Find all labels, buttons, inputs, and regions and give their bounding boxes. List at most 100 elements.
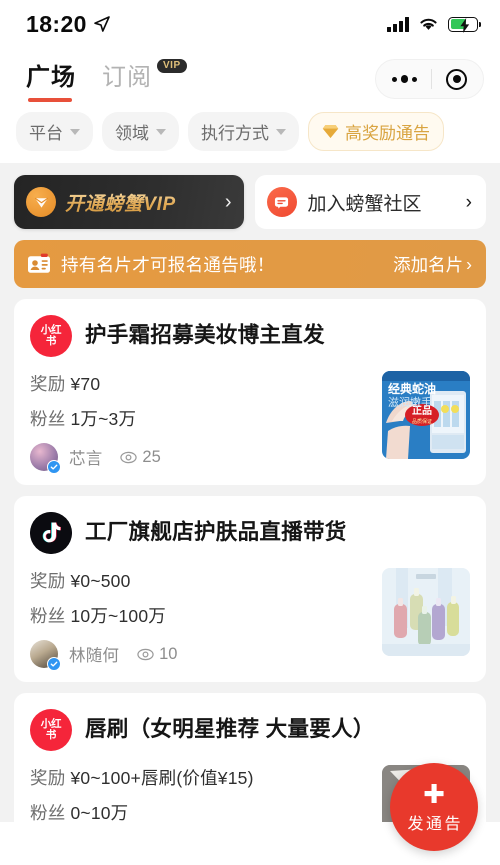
location-arrow-icon: [94, 16, 110, 32]
filter-high-reward-label: 高奖励通告: [345, 124, 430, 143]
wifi-icon: [420, 18, 437, 30]
filter-high-reward[interactable]: 高奖励通告: [308, 112, 444, 151]
capsule-divider: [431, 69, 432, 89]
verified-badge-icon: [47, 460, 61, 474]
tab-subscribe-label: 订阅: [102, 63, 152, 91]
diamond-badge-icon: [26, 187, 56, 217]
content-scroll-area[interactable]: 开通螃蟹VIP › 加入螃蟹社区 › 持有名片才可报名通告哦！ 添加名片 › 小…: [0, 163, 500, 822]
chevron-down-icon: [70, 128, 80, 135]
miniprogram-capsule[interactable]: [374, 59, 484, 99]
reward-value: ¥0~100+唇刷(价值¥15): [70, 768, 254, 788]
xiaohongshu-logo-icon: 小红书: [30, 709, 72, 751]
add-namecard-label: 添加名片: [393, 254, 464, 275]
reward-label: 奖励: [30, 571, 66, 591]
avatar[interactable]: [30, 640, 61, 671]
status-time: 18:20: [26, 10, 87, 37]
task-title: 工厂旗舰店护肤品直播带货: [85, 520, 347, 545]
task-card-header: 小红书 唇刷（女明星推荐 大量要人）: [30, 709, 470, 751]
target-circle-icon[interactable]: [446, 68, 467, 90]
views-count: 25: [120, 447, 161, 467]
plus-icon: ✚: [423, 778, 445, 809]
task-thumbnail[interactable]: 正品 品质保证 经典蛇油 滋润嫩手: [382, 371, 470, 459]
fans-value: 10万~100万: [70, 606, 166, 626]
diamond-icon: [322, 125, 339, 138]
reward-line: 奖励 ¥70: [30, 371, 370, 396]
xiaohongshu-logo-label: 小红书: [40, 717, 62, 741]
task-card-body: 奖励 ¥70 粉丝 1万~3万 芯言 25 正品 品质保证 经典蛇油 滋润嫩手: [30, 371, 470, 474]
fans-line: 粉丝 0~10万: [30, 800, 370, 822]
task-card[interactable]: 工厂旗舰店护肤品直播带货 奖励 ¥0~500 粉丝 10万~100万 林随何 1…: [14, 496, 486, 682]
status-bar-right: [387, 16, 482, 33]
tab-bar: 广场 订阅 VIP: [26, 57, 187, 102]
author-name[interactable]: 芯言: [69, 445, 102, 469]
filter-execution-mode-label: 执行方式: [201, 124, 269, 143]
task-meta: 奖励 ¥0~100+唇刷(价值¥15) 粉丝 0~10万: [30, 765, 370, 822]
verified-badge-icon: [47, 657, 61, 671]
app-screen: 18:20 广场 订阅 VIP 平台 领域 执行方式 高奖励通告 开通螃蟹VIP…: [0, 0, 500, 865]
namecard-notice-banner[interactable]: 持有名片才可报名通告哦！ 添加名片 ›: [14, 240, 486, 288]
task-card[interactable]: 小红书 护手霜招募美妆博主直发 奖励 ¥70 粉丝 1万~3万 芯言 25 正品…: [14, 299, 486, 485]
task-card-body: 奖励 ¥0~500 粉丝 10万~100万 林随何 10: [30, 568, 470, 671]
tab-subscribe-wrap[interactable]: 订阅 VIP: [102, 57, 187, 102]
status-bar-left: 18:20: [26, 11, 110, 38]
author-name[interactable]: 林随何: [69, 642, 119, 666]
reward-line: 奖励 ¥0~100+唇刷(价值¥15): [30, 765, 370, 790]
fans-line: 粉丝 1万~3万: [30, 406, 370, 431]
join-community-banner[interactable]: 加入螃蟹社区 ›: [254, 175, 486, 229]
cellular-signal-icon: [387, 16, 409, 32]
avatar[interactable]: [30, 443, 61, 474]
reward-label: 奖励: [30, 374, 66, 394]
filter-domain[interactable]: 领域: [102, 112, 179, 151]
create-announcement-label: 发通告: [407, 815, 463, 833]
vip-upgrade-banner[interactable]: 开通螃蟹VIP ›: [14, 175, 244, 229]
filter-platform-label: 平台: [29, 124, 63, 143]
fans-label: 粉丝: [30, 803, 66, 822]
chevron-right-icon: ›: [465, 191, 472, 213]
fans-label: 粉丝: [30, 409, 66, 429]
eye-icon: [120, 451, 138, 463]
more-dots-icon[interactable]: [391, 75, 417, 83]
views-count: 10: [137, 645, 177, 664]
views-value: 25: [142, 447, 161, 466]
tab-plaza-label: 广场: [26, 63, 76, 91]
task-meta: 奖励 ¥70 粉丝 1万~3万 芯言 25: [30, 371, 370, 474]
chat-bubble-icon: [266, 187, 297, 217]
fans-value: 1万~3万: [70, 409, 137, 429]
task-card-header: 小红书 护手霜招募美妆博主直发: [30, 315, 470, 357]
id-card-icon: [28, 253, 50, 273]
tab-plaza[interactable]: 广场: [26, 57, 76, 102]
charging-bolt-icon: [460, 17, 470, 33]
fans-label: 粉丝: [30, 606, 66, 626]
task-card-footer: 林随何 10: [30, 640, 370, 671]
fans-value: 0~10万: [70, 803, 129, 822]
xiaohongshu-logo-label: 小红书: [40, 323, 62, 347]
reward-line: 奖励 ¥0~500: [30, 568, 370, 593]
chevron-right-icon: ›: [466, 253, 472, 274]
promo-row: 开通螃蟹VIP › 加入螃蟹社区 ›: [0, 163, 500, 229]
vip-badge: VIP: [157, 58, 187, 73]
status-bar: 18:20: [0, 0, 500, 48]
eye-icon: [137, 648, 154, 660]
filter-platform[interactable]: 平台: [16, 112, 93, 151]
filter-execution-mode[interactable]: 执行方式: [188, 112, 299, 151]
svg-text:品质保证: 品质保证: [412, 418, 432, 425]
reward-label: 奖励: [30, 768, 66, 788]
task-thumbnail[interactable]: [382, 568, 470, 656]
douyin-logo-icon: [30, 512, 72, 554]
join-community-label: 加入螃蟹社区: [307, 193, 422, 215]
app-header: 广场 订阅 VIP: [0, 48, 500, 104]
reward-value: ¥0~500: [70, 571, 131, 591]
task-meta: 奖励 ¥0~500 粉丝 10万~100万 林随何 10: [30, 568, 370, 671]
fans-line: 粉丝 10万~100万: [30, 603, 370, 628]
filter-domain-label: 领域: [115, 124, 149, 143]
tab-subscribe[interactable]: 订阅: [102, 57, 152, 102]
views-value: 10: [159, 644, 178, 663]
add-namecard-action[interactable]: 添加名片 ›: [393, 252, 472, 277]
create-announcement-fab[interactable]: ✚ 发通告: [390, 763, 478, 851]
svg-text:滋润嫩手: 滋润嫩手: [388, 395, 432, 409]
chevron-down-icon: [276, 128, 286, 135]
task-title: 护手霜招募美妆博主直发: [85, 323, 325, 348]
chevron-down-icon: [156, 128, 166, 135]
task-title: 唇刷（女明星推荐 大量要人）: [85, 717, 375, 742]
notice-text: 持有名片才可报名通告哦！: [61, 254, 275, 275]
